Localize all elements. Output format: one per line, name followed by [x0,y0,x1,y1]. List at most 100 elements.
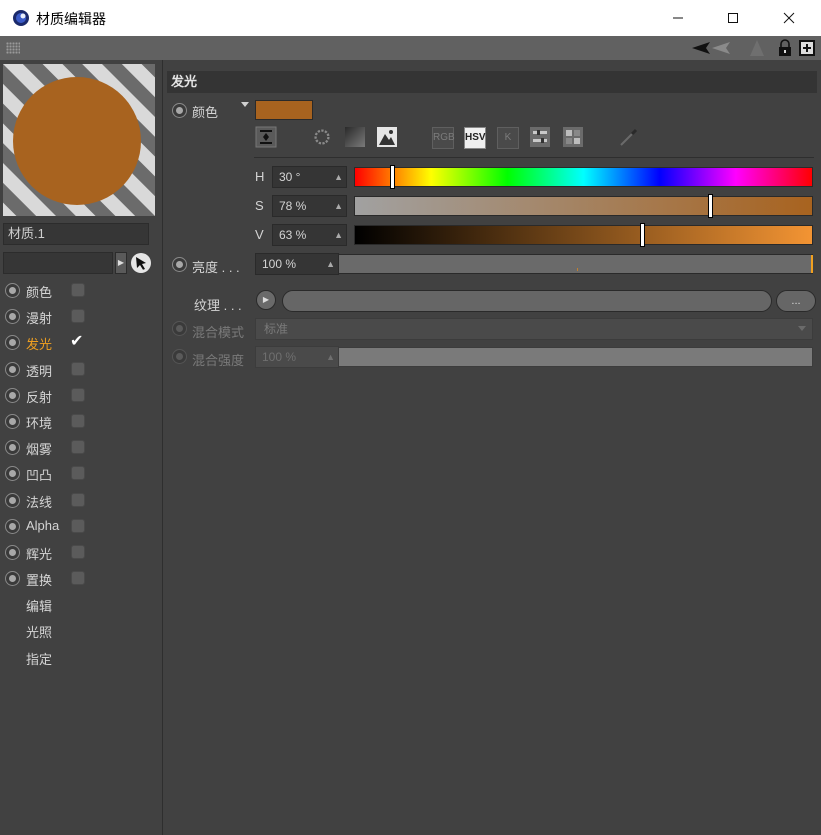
channel-label: 辉光 [26,546,53,562]
brightness-radio[interactable] [172,257,187,272]
v-input[interactable]: 63 % ▲ [272,224,347,246]
channel-checkbox[interactable] [71,283,85,297]
new-panel-icon[interactable] [798,39,816,57]
channel-item[interactable]: Alpha [0,514,163,540]
mixer-icon[interactable] [529,126,551,148]
hsv-mode-button[interactable]: HSV [464,127,486,149]
cinema4d-app-icon [13,10,29,26]
channel-item[interactable]: 辉光 [0,540,163,566]
color-swatch[interactable] [255,100,313,120]
gradient-icon[interactable] [344,126,366,148]
layer-field[interactable] [3,252,113,274]
close-button[interactable] [766,0,812,36]
maximize-button[interactable] [710,0,756,36]
h-stepper-icon[interactable]: ▲ [334,167,343,187]
channel-item[interactable]: 发光 ✔ [0,330,163,356]
forward-arrow-icon[interactable] [748,39,766,57]
channel-item[interactable]: 环境 [0,409,163,435]
channel-radio[interactable] [5,440,20,456]
channel-checkbox[interactable] [71,544,85,559]
texture-field[interactable] [282,290,772,312]
channel-checkbox[interactable] [71,413,85,428]
color-radio[interactable] [172,103,187,118]
s-input[interactable]: 78 % ▲ [272,195,347,217]
channel-checkbox[interactable] [71,309,85,324]
channel-radio[interactable] [5,309,20,325]
kelvin-mode-button[interactable]: K [497,127,519,149]
blend-strength-radio [172,349,187,364]
channel-list: 颜色漫射 发光 ✔ 透明 反射环境烟雾凹凸法线 Alpha 辉光置换 编辑 光照 指定 [0,278,163,671]
grip-icon[interactable] [6,42,20,54]
channel-label: 颜色 [26,285,53,300]
lock-icon[interactable] [776,39,794,57]
h-input[interactable]: 30 ° ▲ [272,166,347,188]
value-slider[interactable] [354,223,813,247]
channel-label: Alpha [26,517,60,533]
channel-item[interactable]: 烟雾 [0,435,163,461]
value-slider-handle[interactable] [639,223,645,247]
channel-checkbox[interactable] [71,440,85,455]
channel-item[interactable]: 反射 [0,383,163,409]
channel-radio[interactable] [5,571,20,587]
channel-item[interactable]: 颜色 [0,278,163,304]
image-icon[interactable] [376,126,398,148]
hue-slider-handle[interactable] [389,165,395,189]
eyedropper-icon[interactable] [618,126,640,148]
channel-radio[interactable] [5,335,20,351]
channel-radio[interactable] [5,413,20,429]
channel-checkbox[interactable] [71,518,85,533]
channel-radio[interactable] [5,387,20,403]
channel-item[interactable]: 法线 [0,488,163,514]
channel-checkbox[interactable] [71,492,85,507]
hue-slider[interactable] [354,165,813,189]
channel-checkbox[interactable] [71,571,85,586]
texture-browse-button[interactable]: ... [776,290,816,312]
channel-checkbox[interactable] [71,387,85,402]
section-header: 发光 [167,71,817,93]
left-panel: 材质.1 ▶ 颜色漫射 发光 ✔ 透明 反射环境烟雾凹凸法线 Alpha 辉光置换 编辑 光照指… [0,60,163,835]
color-label: 颜色 [192,105,219,120]
channel-label: 凹凸 [26,468,53,484]
texture-label: 纹理 . . . [194,298,242,313]
channel-radio[interactable] [5,492,20,508]
material-preview[interactable] [3,64,155,216]
channel-radio[interactable] [5,283,20,298]
brightness-stepper-icon[interactable]: ▲ [326,254,335,274]
saturation-slider[interactable] [354,194,813,218]
sub-item[interactable]: 光照 [0,618,163,644]
channel-radio[interactable] [5,361,20,377]
saturation-slider-handle[interactable] [708,194,714,218]
channel-label: 环境 [26,415,53,431]
v-stepper-icon[interactable]: ▲ [334,225,343,245]
channel-radio[interactable] [5,518,20,534]
texture-menu-button[interactable]: ▶ [256,290,276,310]
swatches-icon[interactable] [562,126,584,148]
sub-item[interactable]: 编辑 [0,592,163,618]
brightness-input[interactable]: 100 % ▲ [255,253,339,275]
color-wheel-picker-icon[interactable] [255,126,277,148]
blend-mode-label: 混合模式 [192,325,245,340]
color-dropdown-arrow-icon[interactable] [241,102,249,107]
channel-item[interactable]: 置换 [0,566,163,592]
h-value: 30 ° [279,170,301,184]
channel-radio[interactable] [5,466,20,482]
minimize-button[interactable] [655,0,701,36]
channel-item[interactable]: 透明 [0,357,163,383]
checkmark-icon[interactable]: ✔ [70,331,83,351]
channel-radio[interactable] [5,544,20,560]
brightness-slider[interactable] [338,254,813,274]
channel-checkbox[interactable] [71,466,85,481]
s-stepper-icon[interactable]: ▲ [334,196,343,216]
sub-item[interactable]: 指定 [0,645,163,671]
layer-arrow-button[interactable]: ▶ [115,252,127,274]
channel-label: 烟雾 [26,442,53,458]
back-arrow-icon[interactable] [690,39,734,57]
pointer-button[interactable] [131,253,151,273]
spectrum-icon[interactable] [310,126,334,148]
channel-item[interactable]: 凹凸 [0,461,163,487]
channel-checkbox[interactable] [71,361,85,376]
channel-item[interactable]: 漫射 [0,304,163,330]
brightness-tick [577,268,578,271]
material-name-field[interactable]: 材质.1 [3,223,149,245]
rgb-mode-button[interactable]: RGB [432,127,455,149]
